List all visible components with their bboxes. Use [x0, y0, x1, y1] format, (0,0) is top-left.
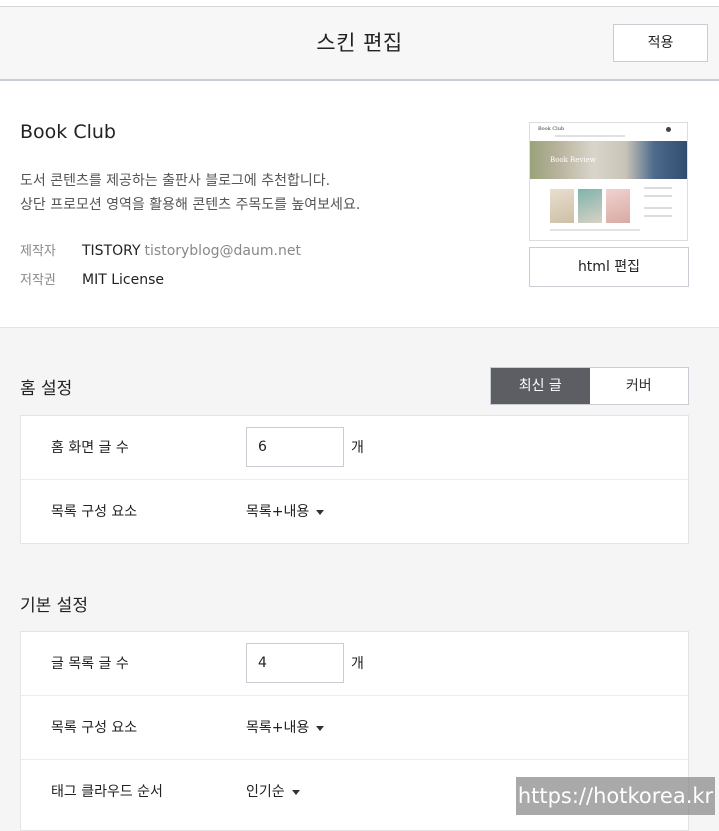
thumbnail-sidebar-line: [644, 195, 672, 197]
thumbnail-footer-line: [550, 229, 640, 231]
html-edit-button[interactable]: html 편집: [529, 247, 689, 287]
description-line-1: 도서 콘텐츠를 제공하는 출판사 블로그에 추천합니다.: [20, 173, 331, 189]
settings-row: 목록 구성 요소 목록+내용: [21, 696, 688, 760]
settings-row: 홈 화면 글 수 6 개: [21, 416, 688, 480]
license-row: 저작권 MIT License: [20, 269, 164, 288]
home-post-count-label: 홈 화면 글 수: [51, 440, 129, 456]
home-settings-title: 홈 설정: [20, 379, 73, 399]
chevron-down-icon: [316, 509, 325, 515]
header-bar: 스킨 편집 적용: [0, 7, 719, 81]
thumbnail-hero-text: Book Review: [550, 156, 596, 164]
list-element-select[interactable]: 목록+내용: [246, 717, 325, 737]
thumbnail-profile-dot: [666, 127, 671, 132]
basic-settings-title: 기본 설정: [20, 596, 88, 616]
thumbnail-book-card: [606, 189, 630, 223]
home-post-count-input[interactable]: 6: [246, 427, 344, 467]
settings-row: 목록 구성 요소 목록+내용: [21, 480, 688, 543]
watermark: https://hotkorea.kr: [516, 777, 715, 815]
home-list-element-label: 목록 구성 요소: [51, 504, 138, 520]
author-email: tistoryblog@daum.net: [144, 243, 301, 259]
thumbnail-sidebar-line: [644, 187, 672, 189]
home-mode-toggle: 최신 글 커버: [490, 367, 689, 405]
thumbnail-hero-image: Book Review: [530, 141, 687, 179]
skin-description: 도서 콘텐츠를 제공하는 출판사 블로그에 추천합니다. 상단 프로모션 영역을…: [20, 169, 360, 217]
license-value: MIT License: [82, 272, 164, 288]
select-value: 목록+내용: [246, 720, 310, 736]
settings-row: 글 목록 글 수 4 개: [21, 632, 688, 696]
top-edge: [0, 0, 719, 7]
chevron-down-icon: [316, 725, 325, 731]
thumbnail-sidebar-line: [644, 207, 672, 209]
tag-cloud-order-label: 태그 클라우드 순서: [51, 784, 163, 800]
apply-button[interactable]: 적용: [613, 24, 708, 62]
list-post-count-label: 글 목록 글 수: [51, 656, 129, 672]
thumbnail-sidebar-line: [644, 215, 672, 217]
skin-name: Book Club: [20, 121, 116, 143]
tab-cover[interactable]: 커버: [590, 368, 689, 404]
tag-cloud-order-select[interactable]: 인기순: [246, 781, 300, 801]
skin-info-panel: Book Club 도서 콘텐츠를 제공하는 출판사 블로그에 추천합니다. 상…: [0, 81, 719, 328]
select-value: 목록+내용: [246, 504, 310, 520]
unit-label: 개: [351, 656, 364, 672]
select-value: 인기순: [246, 784, 285, 800]
chevron-down-icon: [291, 789, 300, 795]
skin-thumbnail: Book Club Book Review: [529, 122, 688, 241]
list-post-count-input[interactable]: 4: [246, 643, 344, 683]
tab-latest-posts[interactable]: 최신 글: [491, 368, 590, 404]
thumbnail-book-card: [550, 189, 574, 223]
author-name: TISTORY: [82, 243, 141, 259]
thumbnail-book-card: [578, 189, 602, 223]
home-settings-panel: 홈 화면 글 수 6 개 목록 구성 요소 목록+내용: [20, 415, 689, 544]
license-label: 저작권: [20, 273, 56, 288]
thumbnail-nav: [555, 135, 625, 137]
author-label: 제작자: [20, 244, 56, 259]
description-line-2: 상단 프로모션 영역을 활용해 콘텐츠 주목도를 높여보세요.: [20, 197, 361, 213]
page-title: 스킨 편집: [316, 31, 403, 55]
author-row: 제작자 TISTORY tistoryblog@daum.net: [20, 240, 301, 259]
thumbnail-brand: Book Club: [538, 126, 565, 132]
list-element-label: 목록 구성 요소: [51, 720, 138, 736]
unit-label: 개: [351, 440, 364, 456]
home-list-element-select[interactable]: 목록+내용: [246, 501, 325, 521]
